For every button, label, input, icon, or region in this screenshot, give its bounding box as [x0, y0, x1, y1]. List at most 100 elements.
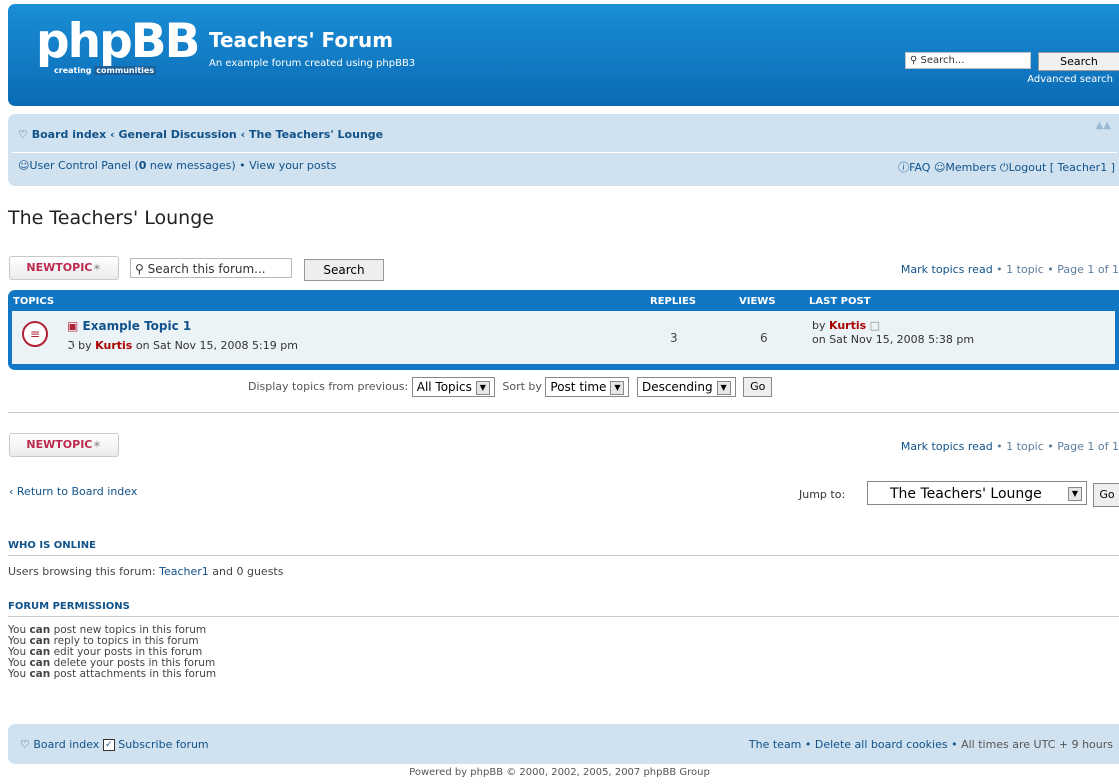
display-options: Display topics from previous: All Topics…	[248, 377, 773, 397]
members-link[interactable]: Members	[945, 161, 996, 174]
footer-left-links: ♡ Board index ✓ Subscribe forum	[20, 738, 209, 751]
topic-title-link[interactable]: Example Topic 1	[83, 319, 192, 333]
divider	[8, 412, 1119, 413]
user-panel-links: ☺User Control Panel (0 new messages) • V…	[18, 159, 337, 172]
crumb-separator: ‹	[240, 128, 246, 141]
mark-read-link[interactable]: Mark topics read	[901, 263, 993, 276]
permissions-list: You can post new topics in this forum Yo…	[8, 625, 216, 680]
perm-you: You	[8, 668, 27, 680]
logo-tagline-1: creating	[54, 66, 92, 75]
chevron-left-icon: ‹	[9, 485, 14, 498]
page-title: The Teachers' Lounge	[8, 207, 214, 229]
team-link[interactable]: The team	[749, 738, 802, 751]
sort-direction-value: Descending	[641, 380, 713, 394]
last-post-author-link[interactable]: Kurtis	[829, 319, 866, 332]
members-icon: ☺	[933, 161, 946, 174]
perm-text: post attachments in this forum	[53, 668, 217, 680]
mark-read-link[interactable]: Mark topics read	[901, 440, 993, 453]
header-search-input[interactable]: ⚲ Search...	[905, 52, 1031, 69]
chevron-down-icon: ▼	[610, 380, 625, 395]
topic-row[interactable]: ≡ ▣ Example Topic 1 ℑ by Kurtis on Sat N…	[12, 311, 1115, 364]
pagination-bottom: Mark topics read • 1 topic • Page 1 of 1	[900, 440, 1119, 453]
delete-cookies-link[interactable]: Delete all board cookies	[815, 738, 948, 751]
return-label: Return to Board index	[16, 485, 138, 498]
header-views: VIEWS	[739, 296, 776, 307]
ucp-prefix: User Control Panel (	[29, 159, 139, 172]
permission-item: You can post attachments in this forum	[8, 669, 216, 680]
site-description: An example forum created using phpBB3	[209, 58, 416, 69]
view-latest-post-icon[interactable]: □	[870, 319, 880, 332]
divider	[12, 152, 1117, 153]
new-topic-label: NEWTOPIC	[26, 261, 93, 274]
last-post: by Kurtis □ on Sat Nov 15, 2008 5:38 pm	[812, 319, 974, 347]
phpbb-logo[interactable]: phpBB creating communities	[36, 14, 200, 75]
sort-key-value: Post time	[550, 380, 607, 394]
header-last-post: LAST POST	[809, 296, 871, 307]
forum-search-input[interactable]: ⚲ Search this forum...	[130, 258, 292, 278]
online-user-link[interactable]: Teacher1	[159, 565, 209, 578]
newest-post-icon: ▣	[67, 319, 79, 333]
perm-can: can	[29, 668, 51, 680]
forum-search-button[interactable]: Search	[304, 259, 384, 281]
crumb-general-discussion[interactable]: General Discussion	[118, 128, 236, 141]
search-icon: ⚲	[910, 55, 918, 66]
footer-board-index-link[interactable]: Board index	[33, 738, 99, 751]
font-resize-icon[interactable]: ▲▲	[1096, 120, 1111, 131]
topic-count: 1 topic	[1006, 440, 1044, 453]
views-count: 6	[760, 331, 768, 345]
logout-link[interactable]: Logout [ Teacher1 ]	[1009, 161, 1115, 174]
user-links: ⓘFAQ ☺Members ⏻Logout [ Teacher1 ]	[898, 159, 1115, 175]
ucp-link[interactable]: User Control Panel (0 new messages)	[29, 159, 235, 172]
user-icon: ☺	[18, 159, 30, 172]
site-header: phpBB creating communities Teachers' For…	[8, 4, 1119, 106]
divider	[8, 616, 1119, 617]
search-placeholder: Search...	[920, 55, 965, 66]
new-topic-button-bottom[interactable]: NEWTOPIC✶	[9, 433, 119, 457]
logo-tagline: creating communities	[54, 66, 157, 75]
chevron-down-icon: ▼	[716, 380, 731, 395]
header-search-button[interactable]: Search	[1038, 52, 1119, 71]
view-posts-link[interactable]: View your posts	[249, 159, 336, 172]
crumb-separator: ‹	[110, 128, 115, 141]
online-prefix: Users browsing this forum:	[8, 565, 160, 578]
pagination-top: Mark topics read • 1 topic • Page 1 of 1	[900, 263, 1119, 276]
last-post-date: on Sat Nov 15, 2008 5:38 pm	[812, 333, 975, 346]
return-board-index-link[interactable]: ‹ Return to Board index	[9, 485, 137, 498]
divider	[8, 555, 1119, 556]
subscribe-forum-link[interactable]: Subscribe forum	[118, 738, 208, 751]
new-topic-button[interactable]: NEWTOPIC✶	[9, 256, 119, 280]
topic-unread-icon: ≡	[22, 321, 48, 347]
navbar: ▲▲ ♡ Board index ‹ General Discussion ‹ …	[8, 114, 1119, 186]
topic-author-link[interactable]: Kurtis	[95, 339, 132, 352]
faq-link[interactable]: FAQ	[909, 161, 930, 174]
sort-key-select[interactable]: Post time ▼	[545, 377, 630, 397]
forum-permissions-heading: FORUM PERMISSIONS	[8, 601, 130, 612]
sort-direction-select[interactable]: Descending ▼	[636, 377, 736, 397]
breadcrumb: ♡ Board index ‹ General Discussion ‹ The…	[18, 128, 383, 141]
online-suffix: and 0 guests	[208, 565, 284, 578]
chevron-down-icon: ▼	[475, 380, 490, 395]
crumb-board-index[interactable]: Board index	[32, 128, 107, 141]
display-days-value: All Topics	[416, 380, 472, 394]
jump-to-select[interactable]: The Teachers' Lounge ▼	[867, 481, 1087, 505]
display-days-select[interactable]: All Topics ▼	[411, 377, 495, 397]
topic-date: on Sat Nov 15, 2008 5:19 pm	[135, 339, 298, 352]
timezone-text: All times are UTC + 9 hours	[961, 738, 1113, 751]
crumb-teachers-lounge[interactable]: The Teachers' Lounge	[249, 128, 383, 141]
search-icon: ⚲	[135, 262, 144, 276]
replies-count: 3	[670, 331, 678, 345]
advanced-search-link[interactable]: Advanced search	[1027, 74, 1113, 85]
star-icon: ✶	[92, 261, 102, 274]
new-topic-label: NEWTOPIC	[26, 438, 93, 451]
sort-label: Sort by	[502, 380, 542, 393]
forum-search-placeholder: Search this forum...	[147, 262, 266, 276]
last-by-text: by	[812, 319, 826, 332]
display-go-button[interactable]: Go	[743, 377, 773, 397]
jump-to-value: The Teachers' Lounge	[890, 486, 1042, 502]
display-label: Display topics from previous:	[248, 380, 409, 393]
ucp-suffix: new messages)	[146, 159, 236, 172]
home-icon: ♡	[20, 738, 30, 751]
logo-text: phpBB	[36, 14, 200, 69]
jump-go-button[interactable]: Go	[1093, 483, 1119, 507]
subscribe-checkbox-icon[interactable]: ✓	[102, 739, 115, 751]
